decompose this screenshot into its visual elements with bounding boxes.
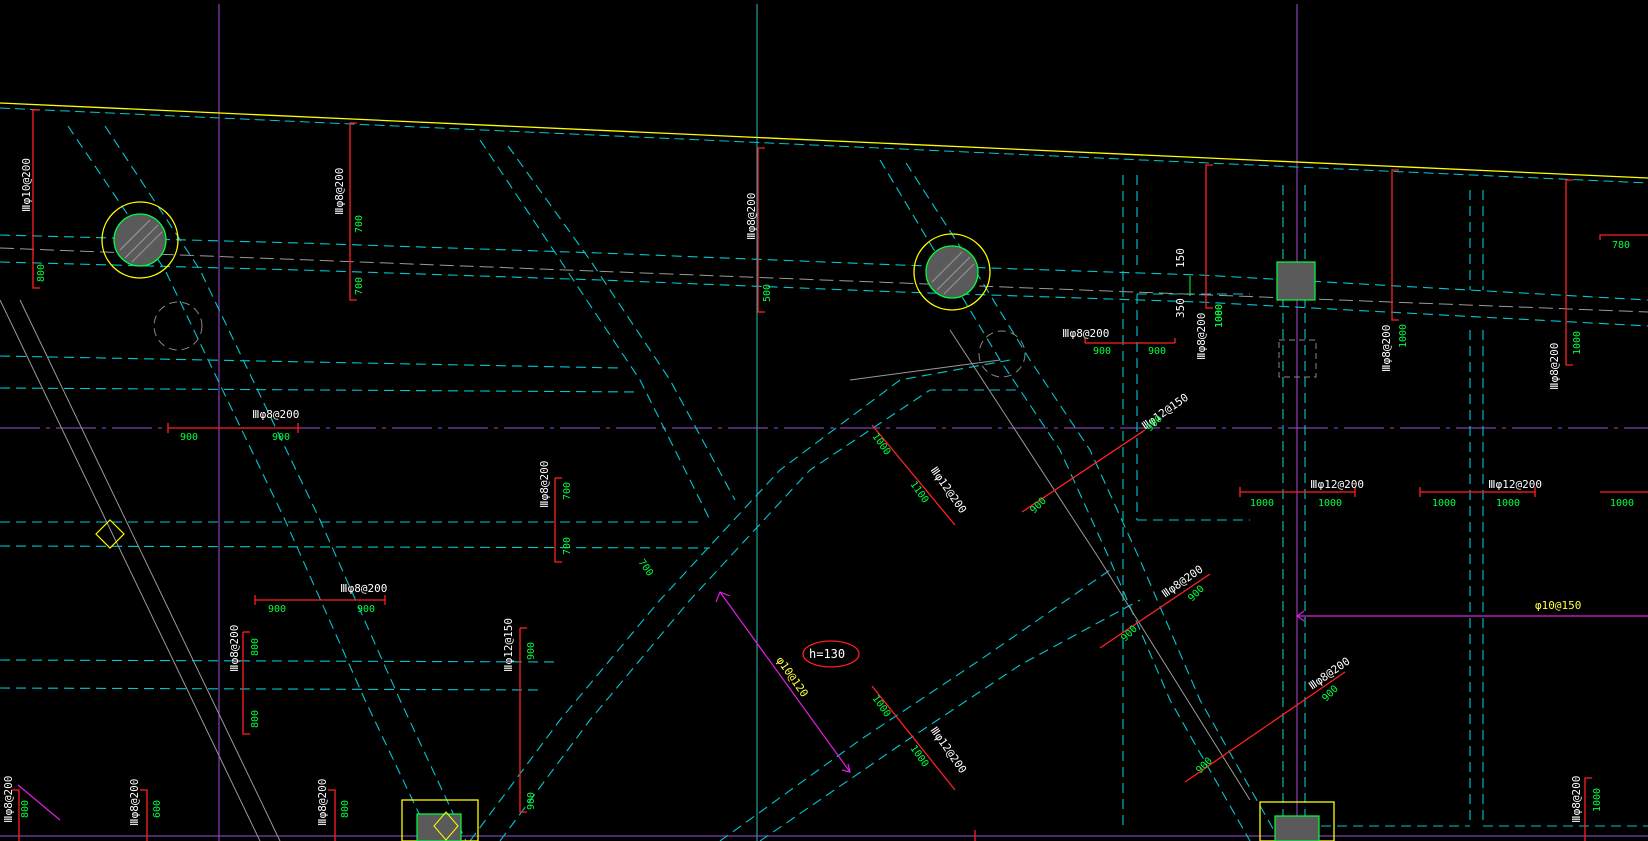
dim-label: 1000 xyxy=(1610,498,1634,509)
dim-label: 800 xyxy=(36,264,47,282)
dim-label: 700 xyxy=(354,215,365,233)
dim-label: 350 xyxy=(1174,298,1187,318)
rebar-label-4[interactable]: Ⅲφ8@200 xyxy=(1062,327,1109,340)
dim-label: 1000 xyxy=(1432,498,1456,509)
round-column-1 xyxy=(101,201,203,351)
dim-label: 1000 xyxy=(1398,324,1409,348)
dim-label: 800 xyxy=(250,638,261,656)
rebar-label-22[interactable]: Ⅲφ8@200 xyxy=(316,779,329,826)
rebar-label-5[interactable]: Ⅲφ8@200 xyxy=(1195,313,1208,360)
dim-label: 1000 xyxy=(1318,498,1342,509)
rebar-label-1[interactable]: Ⅲφ10@200 xyxy=(20,158,33,212)
dim-label: 150 xyxy=(1174,248,1187,268)
dim-label: 900 xyxy=(1148,346,1166,357)
dim-label: 900 xyxy=(526,792,537,810)
dim-label: 900 xyxy=(272,432,290,443)
dim-label: 900 xyxy=(180,432,198,443)
slab-thickness-label[interactable]: h=130 xyxy=(809,647,845,661)
dim-label: 700 xyxy=(636,557,655,578)
rebar-label-8[interactable]: Ⅲφ8@200 xyxy=(252,408,299,421)
round-column-2 xyxy=(913,233,1026,378)
dim-label: 1000 xyxy=(1250,498,1274,509)
magenta-rebar xyxy=(17,591,1648,821)
dim-label: 900 xyxy=(1028,496,1049,517)
rebar-label-11[interactable]: Ⅲφ12@200 xyxy=(1488,478,1542,491)
rebar-label-14[interactable]: Ⅲφ12@150 xyxy=(502,618,515,672)
rebar-label-2[interactable]: Ⅲφ8@200 xyxy=(333,168,346,215)
dim-label: 900 xyxy=(1186,584,1207,605)
rebar-label-3[interactable]: Ⅲφ8@200 xyxy=(745,193,758,240)
dim-label: 800 xyxy=(20,800,31,818)
dim-label: 800 xyxy=(340,800,351,818)
rebar-label-13[interactable]: Ⅲφ8@200 xyxy=(538,461,551,508)
rebar-lines xyxy=(12,109,1648,841)
rebar-label-23[interactable]: φ10@150 xyxy=(1535,599,1581,612)
rebar-label-15[interactable]: Ⅲφ8@200 xyxy=(340,582,387,595)
rebar-label-7[interactable]: Ⅲφ8@200 xyxy=(1548,343,1561,390)
dim-label: 800 xyxy=(250,710,261,728)
square-column-2 xyxy=(401,799,479,841)
dim-label: 1100 xyxy=(908,479,931,505)
dim-label: 700 xyxy=(562,537,573,555)
dim-label: 900 xyxy=(1119,624,1140,645)
rebar-label-16[interactable]: Ⅲφ8@200 xyxy=(228,625,241,672)
dim-label: 500 xyxy=(762,284,773,302)
dim-label: 1000 xyxy=(908,743,931,769)
rebar-label-6[interactable]: Ⅲφ8@200 xyxy=(1380,325,1393,372)
rebar-label-18[interactable]: Ⅲφ12@200 xyxy=(928,724,970,776)
dim-label: 900 xyxy=(1093,346,1111,357)
rebar-label-10[interactable]: Ⅲφ12@200 xyxy=(1310,478,1364,491)
dim-label: 600 xyxy=(152,800,163,818)
beam-width-dims: 150 350 xyxy=(1174,248,1187,318)
dim-label: 900 xyxy=(526,642,537,660)
dim-label: 700 xyxy=(354,277,365,295)
axis-lines xyxy=(0,4,1648,841)
node-marker xyxy=(95,519,125,549)
rebar-label-12[interactable]: Ⅲφ12@200 xyxy=(928,464,970,516)
dim-label: 900 xyxy=(357,604,375,615)
slab-edge-inner xyxy=(0,107,1648,184)
cad-drawing-canvas[interactable]: Ⅲφ10@200 Ⅲφ8@200 Ⅲφ8@200 Ⅲφ8@200 Ⅲφ8@200… xyxy=(0,0,1648,841)
dim-label: 700 xyxy=(562,482,573,500)
dim-label: 900 xyxy=(268,604,286,615)
dim-label: 1000 xyxy=(1592,788,1603,812)
dim-label: 1000 xyxy=(1496,498,1520,509)
rebar-label-25[interactable]: Ⅲφ8@200 xyxy=(1570,776,1583,823)
slab-edge-line xyxy=(0,102,1648,179)
rebar-label-20[interactable]: Ⅲφ8@200 xyxy=(2,776,15,823)
rebar-label-21[interactable]: Ⅲφ8@200 xyxy=(128,779,141,826)
dim-label: 1080 xyxy=(1214,304,1225,328)
dim-label: 780 xyxy=(1612,240,1630,251)
dim-label: 1000 xyxy=(1572,331,1583,355)
